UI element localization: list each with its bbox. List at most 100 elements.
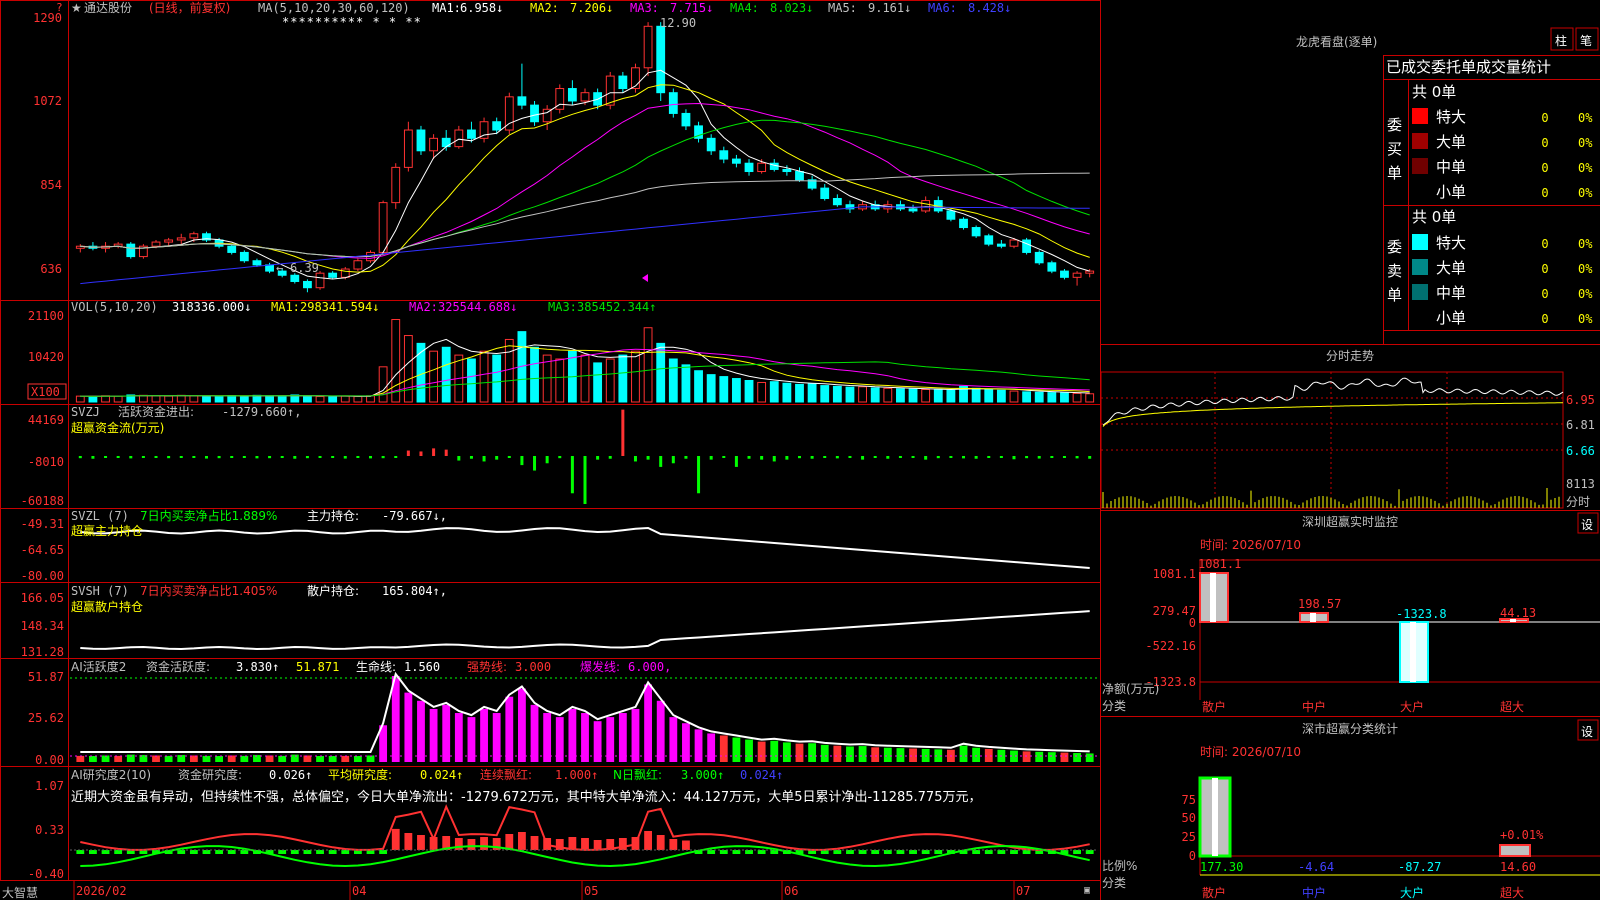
activity-bar: [694, 729, 703, 762]
monitor-ytick: 0: [1189, 616, 1196, 630]
ma4-label: MA4:: [730, 1, 759, 15]
research-bar: [770, 850, 779, 854]
class-time: 时间: 2026/07/10: [1200, 745, 1301, 759]
air-comment: 近期大资金虽有异动，但持续性不强，总体偏空，今日大单净流出：-1279.672万…: [71, 789, 981, 805]
candle-body: [239, 251, 249, 262]
research-bar: [745, 850, 753, 854]
air-ytick: -0.40: [28, 867, 64, 881]
research-bar: [240, 850, 249, 854]
fund-flow-bar: [318, 456, 322, 458]
lhb-title: 龙虎看盘(逐单): [1296, 34, 1377, 49]
candle-body: [328, 272, 338, 278]
monitor-settings-label[interactable]: 设: [1581, 518, 1593, 532]
intraday-ytick: 6.95: [1566, 393, 1595, 407]
fund-flow-bar: [293, 456, 297, 459]
star-icon[interactable]: ★: [71, 1, 82, 15]
svsh-plot: [80, 610, 1090, 651]
monitor-ylabel: 净额(万元): [1102, 682, 1159, 696]
intraday-price-line: [1102, 377, 1564, 426]
activity-bar: [164, 755, 173, 762]
class-settings-label[interactable]: 设: [1581, 725, 1593, 739]
ma5-value: 9.161↓: [868, 1, 911, 15]
volume-bar: [492, 354, 502, 403]
price-ytick: 1072: [33, 94, 62, 108]
candle-body: [681, 112, 691, 127]
intraday-y-ticks: 6.95: [1566, 393, 1595, 407]
side-char: 委: [1387, 238, 1402, 256]
intraday-frame: [1100, 371, 1564, 509]
order-count: 0: [1541, 136, 1548, 150]
volume-bar: [340, 395, 350, 403]
activity-bar: [202, 755, 211, 762]
price-ytick: 854: [40, 178, 62, 192]
fund-flow-bar: [583, 456, 587, 504]
x-axis-labels: 2026/02 04 05 06 07: [76, 884, 1030, 898]
chart-canvas[interactable]: 1290 1072 854 636 ? ★ 通达股份 (日线，前复权) MA(5…: [0, 0, 1600, 900]
stock-name: 通达股份: [84, 1, 132, 15]
candle-body: [959, 218, 968, 229]
research-bar: [1022, 850, 1031, 854]
svsh-y-ticks: 166.05 148.34 131.28: [21, 591, 64, 659]
activity-bar: [656, 700, 665, 762]
svzj-ytick: 44169: [28, 413, 64, 427]
ai-value: 3.830↑: [236, 660, 279, 674]
fund-flow-bar: [772, 456, 776, 462]
intraday-y-ticks-3: 6.66: [1566, 444, 1595, 458]
lock-icon[interactable]: ▣: [1084, 885, 1090, 896]
research-bar: [303, 850, 312, 854]
research-bar: [669, 839, 678, 850]
activity-bar: [921, 748, 930, 762]
ai-v4: 3.000: [515, 660, 551, 674]
vol-unit[interactable]: X100: [31, 385, 60, 399]
research-bar: [732, 850, 741, 854]
svzl-value: -79.667↓,: [382, 509, 447, 523]
svzj-def: SVZJ: [71, 405, 100, 419]
period-mode[interactable]: (日线，前复权): [149, 0, 230, 15]
fund-flow-bar: [369, 456, 373, 459]
research-bar: [530, 836, 539, 850]
monitor-cat: 散户: [1202, 699, 1226, 714]
fund-flow-bar: [381, 456, 385, 459]
fund-flow-bar: [179, 456, 183, 458]
x-label: 07: [1016, 884, 1030, 898]
research-bar: [972, 850, 981, 854]
candle-body: [290, 274, 300, 282]
class-ytick: 0: [1189, 849, 1196, 863]
fund-flow-bar: [684, 456, 688, 459]
fund-flow-bar: [633, 456, 637, 462]
class-y-ticks: 75 50 25 0: [1182, 793, 1196, 863]
ma2-label: MA2:: [530, 1, 559, 15]
class-title: 深市超赢分类统计: [1302, 721, 1398, 736]
fund-flow-bar: [331, 456, 335, 458]
research-bar: [404, 833, 413, 850]
order-pct: 0%: [1578, 186, 1593, 200]
monitor-ytick: -522.16: [1145, 639, 1196, 653]
vol-header: VOL(5,10,20) 318336.000↓ MA1: 298341.594…: [71, 300, 656, 314]
ai-label4: 强势线:: [467, 660, 507, 674]
fund-flow-bar: [343, 456, 347, 459]
x-label: 2026/02: [76, 884, 127, 898]
price-plot: [75, 22, 1095, 293]
ma4-value: 8.023↓: [770, 1, 813, 15]
activity-bar: [467, 717, 476, 762]
bar-view-label[interactable]: 柱: [1555, 33, 1567, 48]
research-bar: [278, 850, 287, 854]
air-def: AI研究度2(10): [71, 767, 151, 782]
tick-view-label[interactable]: 笔: [1580, 33, 1592, 48]
candle-body: [492, 121, 502, 131]
volume-bar: [138, 394, 148, 403]
ma2-value: 7.206↓: [570, 1, 613, 15]
side-char: 卖: [1387, 262, 1402, 280]
vol-ma3-label: MA3:: [548, 300, 577, 314]
signal-stars: ********** * * **: [282, 15, 422, 29]
research-bar: [391, 828, 400, 850]
svzl-y-ticks: -49.31 -64.65 -80.00: [21, 517, 64, 583]
candle-body: [252, 260, 262, 266]
fund-flow-bar: [1062, 456, 1066, 458]
volume-bar: [479, 350, 489, 403]
volume-bar: [227, 395, 237, 403]
activity-bar: [417, 700, 425, 762]
class-xlabel: 分类: [1102, 876, 1126, 890]
fund-flow-bar: [558, 456, 562, 459]
fund-flow-bar: [734, 456, 738, 467]
